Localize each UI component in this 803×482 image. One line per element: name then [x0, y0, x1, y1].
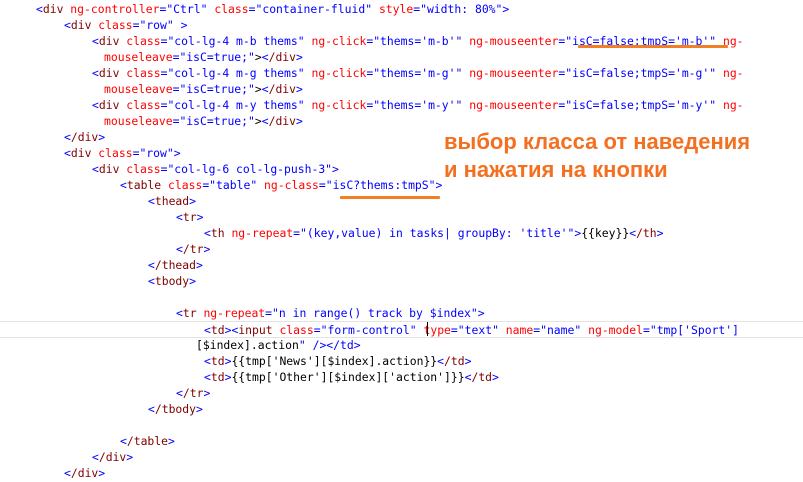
code-line[interactable]: </table> — [0, 433, 803, 449]
highlight-underline — [340, 196, 440, 199]
code-line-text: <tr ng-repeat="n in range() track by $in… — [176, 306, 485, 320]
code-line-text: <th ng-repeat="(key,value) in tasks| gro… — [204, 226, 664, 240]
code-line-text: [$index].action" /></td> — [196, 338, 361, 352]
code-line[interactable]: <div class="col-lg-4 m-y thems" ng-click… — [0, 97, 803, 113]
code-line[interactable]: <td><input class="form-control" type="te… — [0, 321, 803, 338]
annotation-line-1: выбор класса от наведения — [444, 129, 751, 154]
code-line[interactable]: <tr> — [0, 209, 803, 225]
code-line-text: </div> — [92, 450, 134, 464]
code-line-text: mouseleave="isC=true;"></div> — [104, 114, 303, 128]
code-line-text: </table> — [120, 434, 175, 448]
code-line[interactable]: <td>{{tmp['Other'][$index]['action']}}</… — [0, 369, 803, 385]
code-line-text: </thead> — [148, 258, 203, 272]
code-line[interactable]: <div class="col-lg-4 m-g thems" ng-click… — [0, 65, 803, 81]
code-line-text: </div> — [64, 466, 106, 480]
code-line[interactable]: </tr> — [0, 385, 803, 401]
annotation-line-2: и нажатия на кнопки — [444, 157, 668, 182]
code-line-text: <thead> — [148, 194, 197, 208]
code-line-text: </div> — [64, 130, 106, 144]
code-line[interactable]: </tbody> — [0, 401, 803, 417]
code-line[interactable]: </div> — [0, 465, 803, 481]
code-line[interactable]: </thead> — [0, 257, 803, 273]
highlight-underline — [578, 45, 728, 48]
text-caret — [427, 322, 428, 336]
code-line-text: <div class="col-lg-4 m-y thems" ng-click… — [92, 98, 744, 112]
code-line[interactable]: <tr ng-repeat="n in range() track by $in… — [0, 305, 803, 321]
code-line-text: </tbody> — [148, 402, 203, 416]
code-line[interactable]: <div class="row" > — [0, 17, 803, 33]
code-line[interactable]: <tbody> — [0, 273, 803, 289]
code-line-text: <div class="col-lg-6 col-lg-push-3"> — [92, 162, 339, 176]
code-line[interactable]: mouseleave="isC=true;"></div> — [0, 49, 803, 65]
code-line-text: </tr> — [176, 386, 211, 400]
code-line[interactable]: <td>{{tmp['News'][$index].action}}</td> — [0, 353, 803, 369]
code-line[interactable]: [$index].action" /></td> — [0, 337, 803, 353]
code-line-text: <div ng-controller="Ctrl" class="contain… — [36, 2, 510, 16]
code-line-text: <div class="row"> — [64, 146, 181, 160]
code-line-text: <div class="col-lg-4 m-g thems" ng-click… — [92, 66, 744, 80]
annotation-text: выбор класса от наведения и нажатия на к… — [444, 128, 750, 184]
code-line[interactable]: mouseleave="isC=true;"></div> — [0, 81, 803, 97]
code-line[interactable] — [0, 417, 803, 433]
code-line[interactable]: mouseleave="isC=true;"></div> — [0, 113, 803, 129]
code-line-text: <td>{{tmp['Other'][$index]['action']}}</… — [204, 370, 499, 384]
code-line-text: mouseleave="isC=true;"></div> — [104, 82, 303, 96]
code-line-text: <div class="row" > — [64, 18, 188, 32]
code-line-text: </tr> — [176, 242, 211, 256]
code-editor[interactable]: <div ng-controller="Ctrl" class="contain… — [0, 0, 803, 482]
code-line-text: <tbody> — [148, 274, 197, 288]
code-line[interactable]: <th ng-repeat="(key,value) in tasks| gro… — [0, 225, 803, 241]
code-line[interactable]: </tr> — [0, 241, 803, 257]
code-line-text: <table class="table" ng-class="isC?thems… — [120, 178, 443, 192]
code-line-text: mouseleave="isC=true;"></div> — [104, 50, 303, 64]
code-line[interactable]: <div ng-controller="Ctrl" class="contain… — [0, 1, 803, 17]
code-line[interactable] — [0, 289, 803, 305]
code-line[interactable]: </div> — [0, 449, 803, 465]
code-line-text: <td><input class="form-control" type="te… — [204, 323, 739, 337]
code-line-text: <tr> — [176, 210, 204, 224]
code-line-text: <td>{{tmp['News'][$index].action}}</td> — [204, 354, 472, 368]
